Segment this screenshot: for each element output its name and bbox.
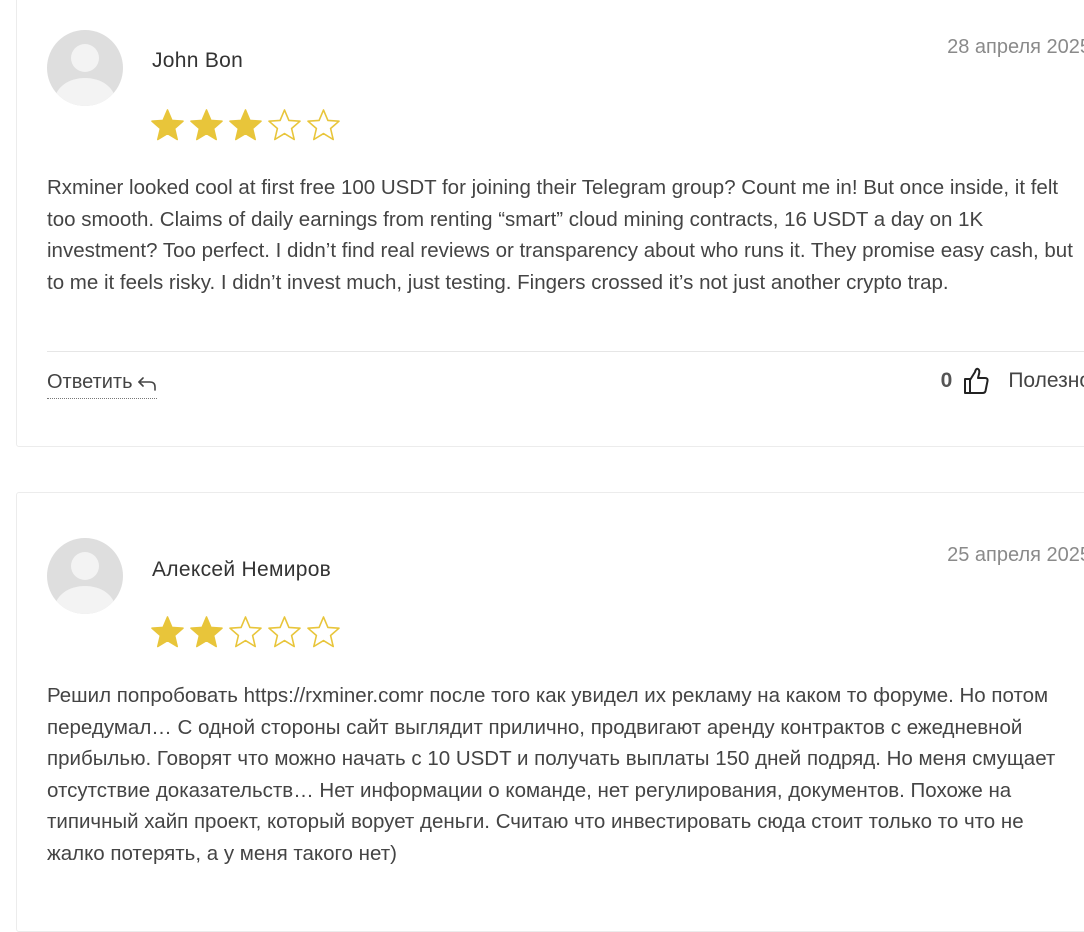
reply-label: Ответить: [47, 371, 133, 393]
star-filled-icon: [151, 109, 184, 141]
review-card: John Bon 28 апреля 2025 Rxminer looked c…: [16, 0, 1084, 447]
reply-button[interactable]: Ответить: [47, 371, 157, 399]
star-empty-icon: [307, 109, 340, 141]
helpful-button[interactable]: Полезно: [1008, 369, 1084, 393]
helpful-section: 0 Полезно: [941, 366, 1084, 396]
star-filled-icon: [190, 616, 223, 648]
review-card: Алексей Немиров 25 апреля 2025 Решил поп…: [16, 492, 1084, 932]
review-date: 25 апреля 2025: [947, 544, 1084, 566]
thumbs-up-icon[interactable]: [962, 366, 990, 396]
star-rating: [150, 615, 341, 650]
star-empty-icon: [268, 109, 301, 141]
avatar: [47, 30, 123, 106]
star-filled-icon: [229, 109, 262, 141]
review-text: Решил попробовать https://rxminer.comr п…: [47, 684, 1056, 865]
divider: [47, 351, 1084, 352]
like-count: 0: [940, 369, 953, 392]
star-filled-icon: [190, 109, 223, 141]
star-empty-icon: [229, 616, 262, 648]
star-empty-icon: [268, 616, 301, 648]
review-author: Алексей Немиров: [152, 558, 332, 581]
review-date: 28 апреля 2025: [947, 36, 1084, 58]
star-empty-icon: [307, 616, 340, 648]
reply-arrow-icon: [137, 376, 156, 391]
review-text: Rxminer looked cool at first free 100 US…: [47, 176, 1073, 294]
review-author: John Bon: [152, 49, 244, 72]
avatar: [47, 538, 123, 614]
star-rating: [150, 108, 341, 143]
star-filled-icon: [151, 616, 184, 648]
